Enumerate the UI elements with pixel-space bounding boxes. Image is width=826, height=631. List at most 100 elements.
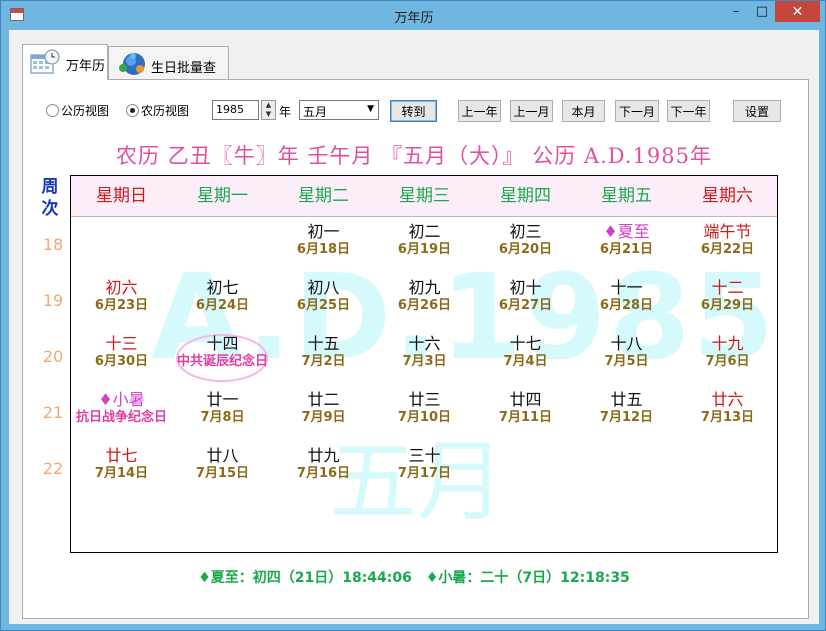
solar-date: 7月16日 <box>296 466 351 481</box>
day-cell[interactable]: 初三 6月20日 <box>475 222 576 258</box>
week-number-label: 周次 <box>41 177 59 219</box>
weekday-header: 星期五 <box>601 186 652 206</box>
weekday-header-row: 星期日 星期一 星期二 星期三 星期四 星期五 星期六 <box>71 176 777 217</box>
lunar-date: 廿七 <box>105 446 138 465</box>
lunar-date: 廿八 <box>206 446 239 465</box>
weekday-header: 星期四 <box>500 186 551 206</box>
calendar-grid: 星期日 星期一 星期二 星期三 星期四 星期五 星期六 A.D.1985 五月 初一 6月18… <box>70 175 778 553</box>
lunar-date: 十九 <box>711 334 744 353</box>
day-cell[interactable]: 廿三 7月10日 <box>374 390 475 426</box>
day-cell[interactable]: 端午节 6月22日 <box>677 222 777 258</box>
weekday-header: 星期三 <box>399 186 450 206</box>
day-cell[interactable]: 十七 7月4日 <box>475 334 576 370</box>
prev-month-button[interactable]: 上一月 <box>510 100 553 122</box>
next-year-button[interactable]: 下一年 <box>667 100 710 122</box>
day-cell[interactable]: 初十 6月27日 <box>475 278 576 314</box>
month-select[interactable]: 五月 ▼ <box>299 100 379 120</box>
day-cell[interactable]: 廿一 7月8日 <box>172 390 273 426</box>
day-cell[interactable]: 廿七 7月14日 <box>71 446 172 482</box>
solar-date: 7月17日 <box>397 466 452 481</box>
day-cell[interactable]: 初六 6月23日 <box>71 278 172 314</box>
year-label: 年 <box>279 105 292 119</box>
day-cell[interactable]: 廿五 7月12日 <box>576 390 677 426</box>
year-stepper[interactable]: ▲ ▼ <box>261 100 276 120</box>
day-cell[interactable]: 初九 6月26日 <box>374 278 475 314</box>
lunar-date: 十二 <box>711 278 744 297</box>
day-cell[interactable]: 初一 6月18日 <box>273 222 374 258</box>
calendar-heading: 农历 乙丑〖牛〗年 壬午月 『五月（大）』 公历 A.D.1985年 <box>116 144 712 168</box>
radio-solar-view[interactable]: 公历视图 <box>46 102 109 119</box>
this-month-button[interactable]: 本月 <box>562 100 605 122</box>
day-cell[interactable]: 十五 7月2日 <box>273 334 374 370</box>
weekday-header: 星期六 <box>702 186 753 206</box>
lunar-date: 廿九 <box>307 446 340 465</box>
day-cell[interactable]: 廿二 7月9日 <box>273 390 374 426</box>
lunar-date: ♦小暑 <box>98 390 145 409</box>
go-button[interactable]: 转到 <box>390 100 437 122</box>
title-bar[interactable]: 万年历 – □ ✕ <box>1 1 826 29</box>
day-cell[interactable]: 十四 中共诞辰纪念日 <box>172 334 273 370</box>
prev-year-button[interactable]: 上一年 <box>458 100 501 122</box>
weekday-header: 星期二 <box>298 186 349 206</box>
tab-calendar[interactable]: 万年历 <box>22 44 108 80</box>
day-cell[interactable]: 初二 6月19日 <box>374 222 475 258</box>
solar-date: 6月20日 <box>498 242 553 257</box>
lunar-date: 廿五 <box>610 390 643 409</box>
year-input[interactable]: 1985 <box>212 100 259 120</box>
solar-date: 6月26日 <box>397 298 452 313</box>
week-number: 22 <box>42 459 64 478</box>
day-cell[interactable]: 廿四 7月11日 <box>475 390 576 426</box>
day-cell[interactable]: 三十 7月17日 <box>374 446 475 482</box>
day-cell[interactable]: 十八 7月5日 <box>576 334 677 370</box>
maximize-button[interactable]: □ <box>749 1 775 22</box>
globe-people-icon <box>119 53 145 75</box>
day-cell[interactable]: 初七 6月24日 <box>172 278 273 314</box>
lunar-date: 十七 <box>509 334 542 353</box>
app-window: 万年历 – □ ✕ 万年历 生日批量查询 <box>0 0 826 631</box>
lunar-date: 三十 <box>408 446 441 465</box>
radio-solar-label: 公历视图 <box>61 104 110 118</box>
lunar-date: 十六 <box>408 334 441 353</box>
day-cell[interactable]: 十六 7月3日 <box>374 334 475 370</box>
solar-date: 7月13日 <box>700 410 755 425</box>
day-cell[interactable]: 廿九 7月16日 <box>273 446 374 482</box>
next-month-button[interactable]: 下一月 <box>615 100 659 122</box>
lunar-date: 十四 <box>206 334 239 353</box>
day-cell[interactable]: 初八 6月25日 <box>273 278 374 314</box>
lunar-date: 初十 <box>509 278 542 297</box>
solar-date: 6月23日 <box>94 298 149 313</box>
day-cell[interactable]: 十三 6月30日 <box>71 334 172 370</box>
radio-lunar-label: 农历视图 <box>141 104 190 118</box>
solar-date: 7月3日 <box>402 354 447 369</box>
day-cell[interactable]: ♦小暑 抗日战争纪念日 <box>71 390 172 426</box>
radio-lunar-dot[interactable] <box>126 104 139 117</box>
weekday-header: 星期日 <box>96 186 147 206</box>
minimize-button[interactable]: – <box>723 1 749 22</box>
lunar-date: 十八 <box>610 334 643 353</box>
radio-solar-dot[interactable] <box>46 104 59 117</box>
tab-birthday-query[interactable]: 生日批量查询 <box>108 46 229 95</box>
solar-date: 7月6日 <box>705 354 750 369</box>
lunar-date: 初三 <box>509 222 542 241</box>
festival-label: 中共诞辰纪念日 <box>176 354 268 369</box>
day-cell[interactable]: 十九 7月6日 <box>677 334 777 370</box>
lunar-date: 初九 <box>408 278 441 297</box>
lunar-date: 端午节 <box>703 222 752 241</box>
lunar-date: 十一 <box>610 278 643 297</box>
day-cell[interactable]: ♦夏至 6月21日 <box>576 222 677 258</box>
radio-lunar-view[interactable]: 农历视图 <box>126 102 189 119</box>
day-cell[interactable]: 廿六 7月13日 <box>677 390 777 426</box>
week-number: 21 <box>42 403 64 422</box>
solar-terms-line: ♦夏至：初四（21日）18:44:06 ♦小暑：二十（7日）12:18:35 <box>198 570 630 586</box>
solar-date: 6月25日 <box>296 298 351 313</box>
day-cell[interactable]: 十一 6月28日 <box>576 278 677 314</box>
solar-date: 7月11日 <box>498 410 553 425</box>
solar-date: 7月5日 <box>604 354 649 369</box>
solar-date: 7月10日 <box>397 410 452 425</box>
close-button[interactable]: ✕ <box>775 1 820 22</box>
solar-date: 7月8日 <box>200 410 245 425</box>
calendar-clock-icon <box>30 49 60 74</box>
day-cell[interactable]: 十二 6月29日 <box>677 278 777 314</box>
settings-button[interactable]: 设置 <box>733 100 781 122</box>
day-cell[interactable]: 廿八 7月15日 <box>172 446 273 482</box>
